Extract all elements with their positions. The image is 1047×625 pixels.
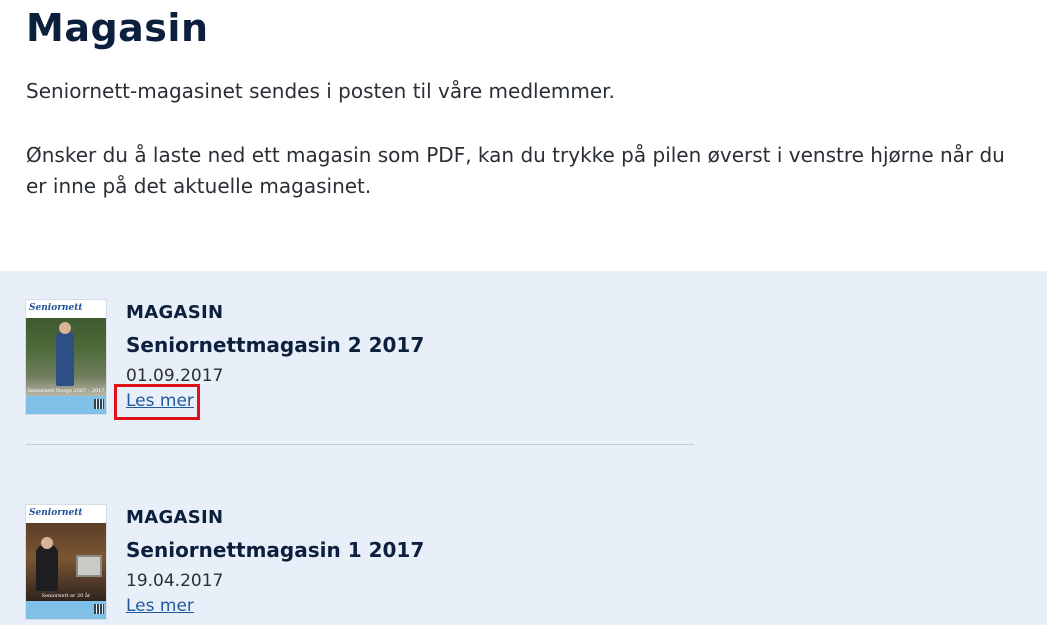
pdf-instructions-text: Ønsker du å laste ned ett magasin som PD…	[26, 143, 1005, 198]
page: Magasin Seniornett-magasinet sendes i po…	[0, 0, 1047, 625]
magazine-cover-thumbnail[interactable]: Seniornett Seniornett Norge 2007 – 2017	[26, 300, 106, 414]
qr-code-icon	[94, 604, 104, 614]
item-category: MAGASIN	[126, 302, 224, 323]
seniornett-logo: Seniornett	[29, 508, 83, 518]
item-date: 01.09.2017	[126, 366, 224, 386]
item-title[interactable]: Seniornettmagasin 2 2017	[126, 333, 424, 357]
seniornett-logo: Seniornett	[29, 303, 83, 313]
intro-text: Seniornett-magasinet sendes i posten til…	[26, 79, 615, 103]
highlight-box	[114, 384, 200, 420]
qr-code-icon	[94, 399, 104, 409]
magazine-cover-thumbnail[interactable]: Seniornett Seniornett er 20 år	[26, 505, 106, 619]
divider	[26, 444, 694, 445]
page-title: Magasin	[26, 6, 209, 50]
cover-caption: Seniornett er 20 år	[41, 593, 91, 599]
item-date: 19.04.2017	[126, 571, 224, 591]
item-title[interactable]: Seniornettmagasin 1 2017	[126, 538, 424, 562]
read-more-link[interactable]: Les mer	[126, 596, 194, 616]
list-item: Seniornett Seniornett Norge 2007 – 2017 …	[26, 300, 694, 445]
cover-caption: Seniornett Norge 2007 – 2017	[27, 388, 105, 394]
list-item: Seniornett Seniornett er 20 år MAGASIN S…	[26, 505, 694, 625]
item-category: MAGASIN	[126, 507, 224, 528]
